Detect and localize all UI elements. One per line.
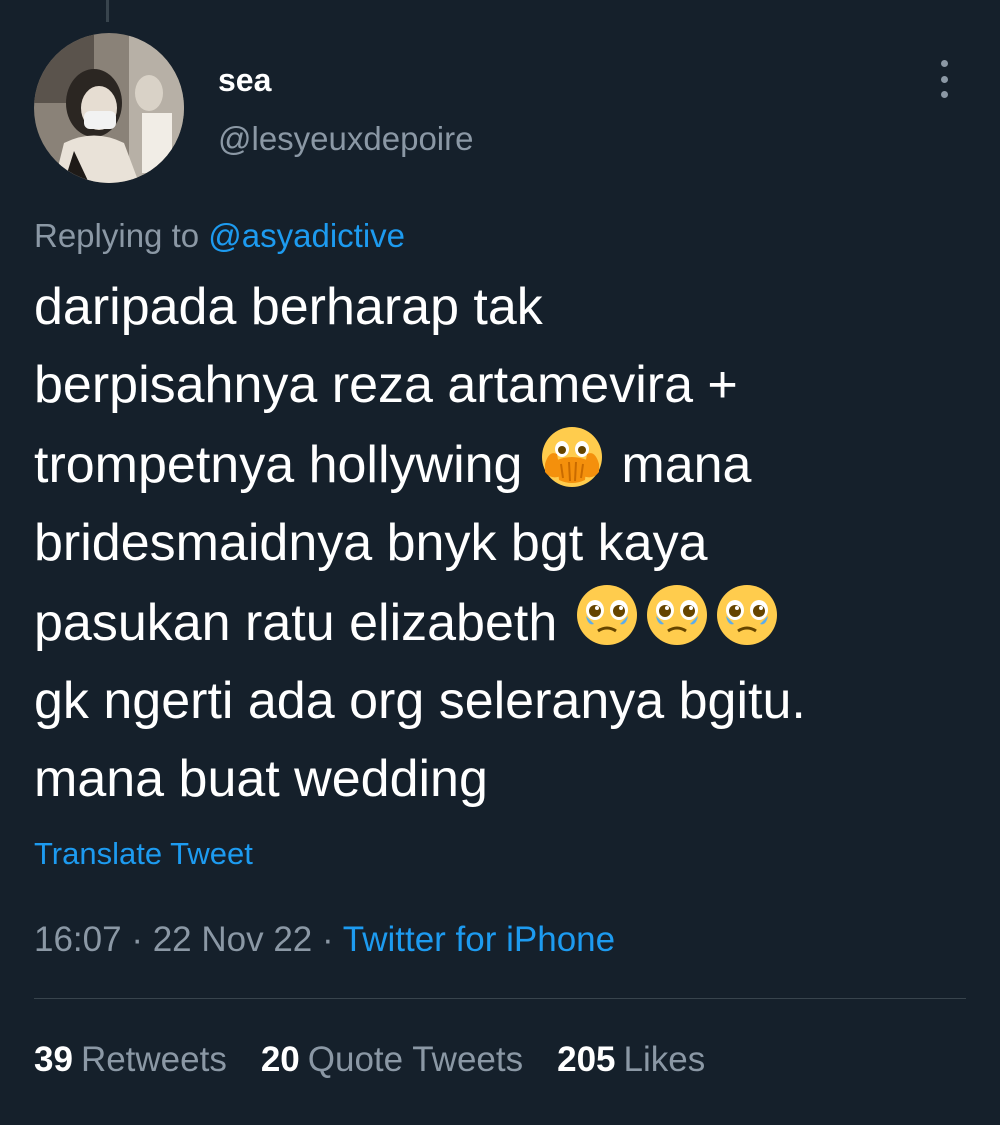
tweet-text-fragment: pasukan ratu elizabeth (34, 594, 558, 652)
thread-connector-line (106, 0, 109, 22)
replying-to-label: Replying to (34, 217, 200, 254)
more-dot-icon (940, 91, 948, 98)
retweets-label: Retweets (80, 1040, 227, 1079)
tweet-text: daripada berharap tak berpisahnya reza a… (34, 268, 964, 818)
more-dot-icon (940, 60, 948, 67)
pleading-face-with-tears-icon (716, 585, 777, 645)
divider (34, 998, 966, 999)
tweet-text-line: daripada berharap tak (34, 278, 543, 336)
tweet-time[interactable]: 16:07 (34, 920, 122, 959)
retweets-count: 39 (34, 1040, 73, 1079)
replying-to-mention-link[interactable]: @asyadictive (208, 217, 405, 254)
engagement-stats: 39 Retweets 20 Quote Tweets 205 Likes (34, 1040, 705, 1080)
quote-tweets-count: 20 (260, 1040, 300, 1079)
tweet-detail-page: sea @lesyeuxdepoire Replying to @asyadic… (0, 0, 1000, 1125)
avatar[interactable] (34, 33, 184, 183)
author-display-name[interactable]: sea (218, 62, 271, 99)
tweet-text-line: berpisahnya reza artamevira + (34, 356, 738, 414)
avatar-image (34, 33, 184, 183)
quote-tweets-stat[interactable]: 20 Quote Tweets (261, 1040, 523, 1080)
author-handle[interactable]: @lesyeuxdepoire (218, 120, 473, 158)
meta-separator: · (131, 920, 143, 959)
translate-tweet-link[interactable]: Translate Tweet (34, 836, 253, 872)
tweet-text-line: gk ngerti ada org seleranya bgitu. (34, 672, 806, 730)
replying-to: Replying to @asyadictive (34, 217, 405, 255)
tweet-source-link[interactable]: Twitter for iPhone (343, 920, 615, 959)
likes-label: Likes (623, 1040, 706, 1079)
tweet-text-fragment: trompetnya hollywing (34, 436, 523, 494)
tweet-date[interactable]: 22 Nov 22 (153, 920, 313, 959)
tweet-text-fragment: mana (621, 436, 752, 494)
tweet-text-line: bridesmaidnya bnyk bgt kaya (34, 514, 708, 572)
face-with-open-eyes-and-hand-over-mouth-icon (541, 427, 602, 487)
more-dot-icon (940, 75, 948, 83)
likes-stat[interactable]: 205 Likes (557, 1040, 705, 1080)
tweet-text-line: trompetnya hollywing mana (34, 424, 964, 504)
tweet-meta: 16:07 · 22 Nov 22 · Twitter for iPhone (34, 920, 615, 960)
meta-separator: · (322, 920, 334, 959)
pleading-face-with-tears-icon (576, 585, 637, 645)
more-options-button[interactable] (926, 58, 962, 100)
retweets-stat[interactable]: 39 Retweets (34, 1040, 227, 1080)
quote-tweets-label: Quote Tweets (307, 1040, 524, 1079)
pleading-face-with-tears-icon (646, 585, 707, 645)
tweet-text-line: pasukan ratu elizabeth (34, 582, 964, 662)
likes-count: 205 (557, 1040, 616, 1079)
tweet-text-line: mana buat wedding (34, 750, 488, 808)
